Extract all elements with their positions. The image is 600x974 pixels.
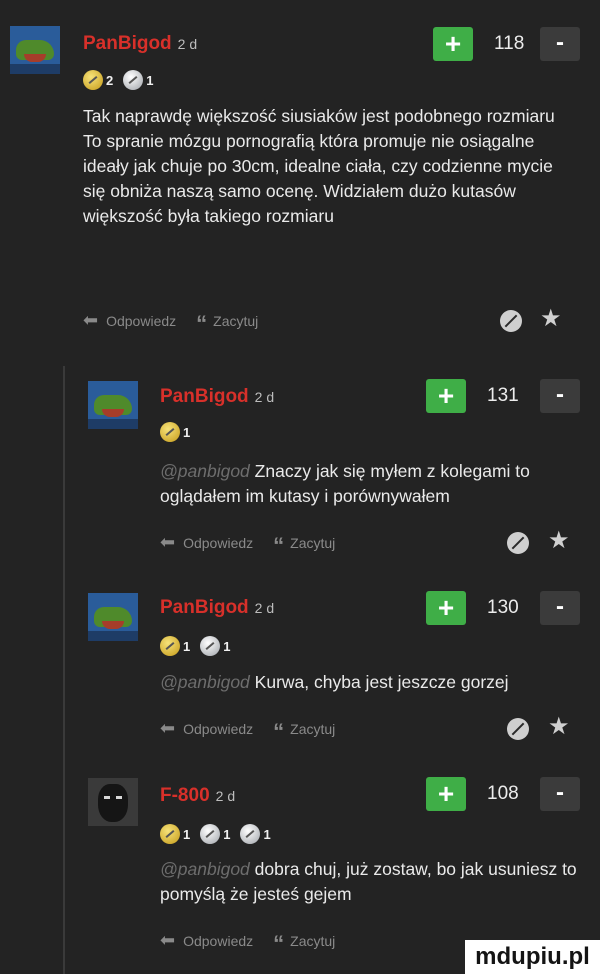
- downvote-button[interactable]: -: [540, 27, 580, 61]
- reply-arrow-icon[interactable]: ⬅: [83, 310, 98, 330]
- eye-off-icon[interactable]: [500, 310, 522, 332]
- timestamp: 2 d: [254, 600, 275, 616]
- comment-actions: ⬅ Odpowiedz “ Zacytuj: [160, 532, 335, 559]
- badge-silver: 1: [200, 636, 230, 656]
- quote-link[interactable]: Zacytuj: [290, 535, 335, 551]
- silver-medal-icon: [200, 824, 221, 844]
- badge-gold: 2: [83, 70, 113, 90]
- reply-link[interactable]: Odpowiedz: [183, 721, 253, 737]
- eye-off-icon[interactable]: [507, 532, 529, 554]
- comment-text: @panbigod dobra chuj, już zostaw, bo jak…: [160, 859, 577, 904]
- quote-link[interactable]: Zacytuj: [290, 933, 335, 949]
- badges: 2 1: [83, 68, 163, 92]
- score: 130: [487, 597, 519, 618]
- reply-arrow-icon[interactable]: ⬅: [160, 532, 175, 552]
- mention[interactable]: @panbigod: [160, 461, 250, 481]
- eye-off-icon[interactable]: [507, 718, 529, 740]
- timestamp: 2 d: [215, 788, 236, 804]
- gold-medal-icon: [83, 70, 103, 90]
- reply-link[interactable]: Odpowiedz: [183, 535, 253, 551]
- downvote-button[interactable]: -: [540, 379, 580, 413]
- thread-line: [63, 366, 65, 974]
- badges: 1: [160, 420, 200, 444]
- star-icon[interactable]: ★: [548, 715, 570, 739]
- avatar[interactable]: [10, 26, 60, 74]
- downvote-button[interactable]: -: [540, 591, 580, 625]
- score: 131: [487, 385, 519, 406]
- quote-icon[interactable]: “: [273, 931, 284, 956]
- username[interactable]: F-800 2 d: [160, 785, 235, 807]
- score: 118: [494, 33, 525, 54]
- mention[interactable]: @panbigod: [160, 672, 250, 692]
- silver-medal-icon: [200, 636, 221, 656]
- avatar[interactable]: [88, 381, 138, 429]
- downvote-button[interactable]: -: [540, 777, 580, 811]
- quote-link[interactable]: Zacytuj: [290, 721, 335, 737]
- quote-icon[interactable]: “: [273, 533, 284, 558]
- quote-icon[interactable]: “: [196, 311, 207, 336]
- comment-actions: ⬅ Odpowiedz “ Zacytuj: [160, 930, 335, 957]
- reply-link[interactable]: Odpowiedz: [183, 933, 253, 949]
- timestamp: 2 d: [254, 389, 275, 405]
- comment-actions: ⬅ Odpowiedz “ Zacytuj: [160, 718, 335, 745]
- avatar[interactable]: [88, 593, 138, 641]
- watermark: mdupiu.pl: [465, 940, 600, 974]
- reply-arrow-icon[interactable]: ⬅: [160, 930, 175, 950]
- mention[interactable]: @panbigod: [160, 859, 250, 879]
- quote-icon[interactable]: “: [273, 719, 284, 744]
- star-icon[interactable]: ★: [548, 529, 570, 553]
- upvote-button[interactable]: +: [426, 379, 466, 413]
- badge-silver: 1: [200, 824, 230, 844]
- reply-arrow-icon[interactable]: ⬅: [160, 718, 175, 738]
- silver-medal-icon: [240, 824, 261, 844]
- silver-medal-icon: [123, 70, 144, 90]
- username[interactable]: PanBigod 2 d: [160, 597, 274, 619]
- badge-gold: 1: [160, 422, 190, 442]
- comment-text: @panbigod Znaczy jak się myłem z kolegam…: [160, 461, 530, 506]
- upvote-button[interactable]: +: [426, 591, 466, 625]
- badge-silver: 1: [240, 824, 271, 844]
- quote-link[interactable]: Zacytuj: [213, 313, 258, 329]
- score: 108: [487, 783, 519, 804]
- comment-actions: ⬅ Odpowiedz “ Zacytuj: [83, 310, 258, 337]
- badges: 1 1: [160, 634, 240, 658]
- badges: 1 1 1: [160, 822, 281, 846]
- star-icon[interactable]: ★: [540, 307, 562, 331]
- upvote-button[interactable]: +: [433, 27, 473, 61]
- comment-text: Tak naprawdę większość siusiaków jest po…: [83, 106, 555, 226]
- timestamp: 2 d: [177, 36, 198, 52]
- upvote-button[interactable]: +: [426, 777, 466, 811]
- badge-gold: 1: [160, 824, 190, 844]
- avatar[interactable]: [88, 778, 138, 826]
- gold-medal-icon: [160, 422, 180, 442]
- badge-gold: 1: [160, 636, 190, 656]
- username[interactable]: PanBigod 2 d: [83, 33, 197, 55]
- gold-medal-icon: [160, 636, 180, 656]
- gold-medal-icon: [160, 824, 180, 844]
- reply-link[interactable]: Odpowiedz: [106, 313, 176, 329]
- username[interactable]: PanBigod 2 d: [160, 386, 274, 408]
- comment-text: @panbigod Kurwa, chyba jest jeszcze gorz…: [160, 672, 509, 692]
- badge-silver: 1: [123, 70, 153, 90]
